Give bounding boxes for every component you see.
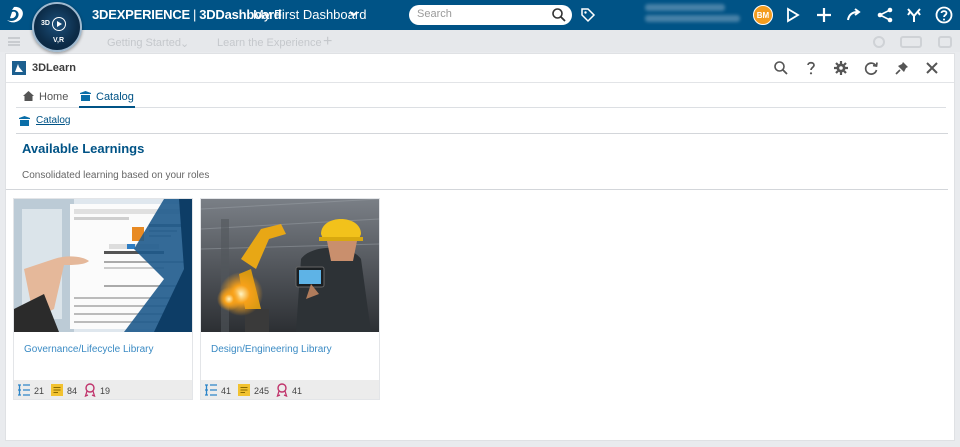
tab-catalog[interactable]: Catalog bbox=[79, 88, 135, 108]
add-icon[interactable] bbox=[815, 6, 833, 24]
dashboard-tab-bar: Getting Started ⌄ Learn the Experience + bbox=[0, 30, 960, 52]
close-icon[interactable] bbox=[924, 60, 940, 76]
tab-home[interactable]: Home bbox=[22, 88, 72, 108]
card-title[interactable]: Governance/Lifecycle Library bbox=[24, 344, 154, 355]
divider bbox=[6, 189, 948, 190]
gear-icon[interactable] bbox=[833, 60, 849, 76]
panel-header: 3DLearn bbox=[6, 54, 954, 83]
award-icon bbox=[84, 383, 96, 397]
help-icon[interactable] bbox=[935, 6, 953, 24]
brand-name: 3DEXPERIENCE bbox=[92, 7, 191, 22]
dashboard-tab-getting-started[interactable]: Getting Started bbox=[107, 37, 181, 49]
awards-value: 41 bbox=[292, 386, 303, 396]
forward-icon[interactable] bbox=[845, 6, 863, 24]
panel-title: 3DLearn bbox=[32, 62, 77, 74]
brand-separator: | bbox=[193, 7, 197, 22]
chevron-down-icon[interactable]: ⌄ bbox=[180, 37, 189, 50]
document-icon bbox=[51, 384, 63, 396]
play-icon bbox=[52, 17, 66, 31]
chat-icon[interactable] bbox=[938, 36, 952, 48]
search-icon[interactable] bbox=[773, 60, 789, 76]
card-thumbnail bbox=[14, 199, 192, 332]
search-box bbox=[409, 5, 572, 25]
learning-card-governance[interactable]: Governance/Lifecycle Library 21 84 19 bbox=[13, 198, 193, 400]
modules-value: 21 bbox=[34, 386, 45, 396]
dassault-logo-icon[interactable] bbox=[5, 5, 27, 25]
compass-vr-label: V,R bbox=[53, 37, 65, 44]
search-icon[interactable] bbox=[551, 7, 567, 23]
awards-value: 19 bbox=[100, 386, 111, 396]
learning-card-design[interactable]: Design/Engineering Library 41 245 41 bbox=[200, 198, 380, 400]
card-footer: 21 84 19 bbox=[14, 380, 192, 399]
modules-value: 41 bbox=[221, 386, 232, 396]
chevron-down-icon[interactable] bbox=[349, 9, 358, 18]
network-icon[interactable] bbox=[876, 6, 894, 24]
document-icon bbox=[238, 384, 250, 396]
3dlearn-app-icon bbox=[12, 61, 26, 75]
card-title[interactable]: Design/Engineering Library bbox=[211, 344, 332, 355]
page-subtitle: Consolidated learning based on your role… bbox=[22, 170, 210, 181]
engineering-thumbnail-image bbox=[201, 199, 379, 332]
help-icon[interactable] bbox=[803, 60, 819, 76]
compass-button[interactable]: 3D V,R bbox=[32, 2, 82, 52]
tools-icon[interactable] bbox=[905, 6, 923, 24]
docs-value: 245 bbox=[254, 386, 270, 396]
modules-icon bbox=[18, 384, 30, 396]
tab-catalog-label: Catalog bbox=[96, 91, 134, 103]
dashboard-tab-learn[interactable]: Learn the Experience bbox=[217, 37, 322, 49]
refresh-icon[interactable] bbox=[863, 60, 879, 76]
catalog-icon bbox=[19, 116, 30, 126]
card-thumbnail bbox=[201, 199, 379, 332]
docs-value: 84 bbox=[67, 386, 78, 396]
home-icon bbox=[23, 91, 34, 101]
menu-icon[interactable] bbox=[8, 37, 20, 46]
modules-icon bbox=[205, 384, 217, 396]
compass-3d-label: 3D bbox=[41, 20, 50, 27]
add-tab-icon[interactable]: + bbox=[323, 33, 332, 51]
award-icon bbox=[276, 383, 288, 397]
card-footer: 41 245 41 bbox=[201, 380, 379, 399]
share-play-icon[interactable] bbox=[784, 6, 802, 24]
user-name-blurred[interactable] bbox=[645, 4, 740, 26]
search-icon[interactable] bbox=[873, 36, 885, 48]
page-title: Available Learnings bbox=[22, 141, 145, 156]
search-input[interactable] bbox=[417, 8, 547, 20]
divider bbox=[16, 133, 948, 134]
tag-icon[interactable] bbox=[580, 7, 596, 23]
breadcrumb-catalog-link[interactable]: Catalog bbox=[36, 115, 70, 126]
pin-icon[interactable] bbox=[894, 60, 910, 76]
governance-thumbnail-image bbox=[14, 199, 192, 332]
view-toggle-icon[interactable] bbox=[900, 36, 922, 48]
tab-home-label: Home bbox=[39, 91, 69, 103]
app-panel: 3DLearn Home Catalog Catalog Available L… bbox=[5, 53, 955, 441]
top-bar: 3D V,R 3DEXPERIENCE | 3DDashboard My First… bbox=[0, 0, 960, 52]
avatar[interactable]: BM bbox=[753, 5, 773, 25]
catalog-icon bbox=[80, 91, 91, 101]
panel-tabs: Home Catalog bbox=[16, 88, 946, 108]
